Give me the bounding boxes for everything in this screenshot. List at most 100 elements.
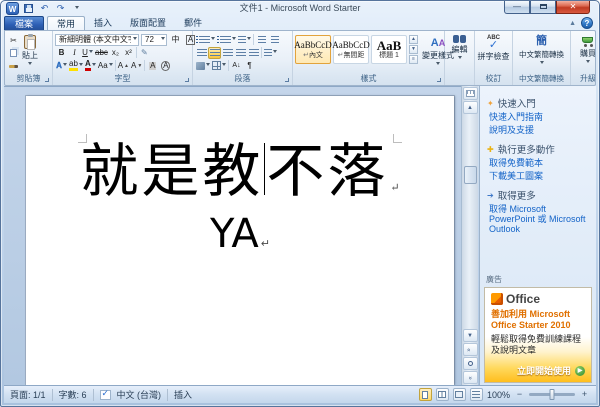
document-line-1[interactable]: 就是教不落↵ (26, 140, 454, 204)
next-page-button[interactable]: » (463, 371, 478, 384)
print-layout-view-button[interactable] (419, 388, 432, 401)
insert-mode-indicator[interactable]: 插入 (174, 388, 192, 401)
underline-button[interactable]: U (81, 47, 94, 59)
link-clip-art[interactable]: 下載美工圖案 (489, 171, 591, 182)
style-no-spacing[interactable]: AaBbCcD ↵無間距 (333, 35, 369, 64)
show-marks-button[interactable]: ¶ (243, 60, 256, 72)
align-right-button[interactable] (221, 47, 234, 59)
word-logo-icon[interactable]: W (6, 2, 19, 15)
close-button[interactable]: ✕ (556, 1, 590, 14)
multilevel-list-button[interactable] (237, 34, 252, 46)
styles-more-button[interactable]: ≡ (409, 55, 418, 64)
page-count-indicator[interactable]: 頁面: 1/1 (10, 388, 46, 401)
ad-cta-button[interactable]: 立即開始使用 ▶ (485, 356, 591, 382)
numbering-button[interactable] (216, 34, 237, 46)
scroll-down-button[interactable]: ▼ (463, 329, 478, 342)
zoom-out-button[interactable]: − (514, 389, 525, 400)
zoom-level-indicator[interactable]: 100% (487, 390, 510, 400)
styles-dialog-launcher[interactable] (435, 76, 442, 83)
increase-indent-button[interactable] (268, 34, 281, 46)
purchase-button[interactable]: 購買 (578, 33, 596, 65)
tab-page-layout[interactable]: 版面配置 (121, 17, 175, 30)
grow-font-button[interactable]: A▲ (117, 60, 130, 72)
browse-object-button[interactable] (463, 357, 478, 370)
document-page[interactable]: 就是教不落↵ YA↵ (26, 96, 454, 385)
scrollbar-thumb[interactable] (464, 166, 477, 184)
font-dialog-launcher[interactable] (183, 76, 190, 83)
ad-box[interactable]: Office 善加利用 Microsoft Office Starter 201… (484, 287, 592, 383)
text-effects-button[interactable]: A (55, 60, 68, 72)
strikethrough-button[interactable]: abc (94, 47, 109, 59)
undo-button[interactable]: ↶ (38, 3, 51, 15)
justify-button[interactable] (234, 47, 247, 59)
style-heading-1[interactable]: AaB 標題 1 (371, 35, 407, 64)
bold-button[interactable]: B (55, 47, 68, 59)
previous-page-button[interactable]: » (463, 343, 478, 356)
cut-button[interactable]: ✂ (7, 34, 20, 46)
style-normal[interactable]: AaBbCcD ↵內文 (295, 35, 331, 64)
change-case-button[interactable]: Aa (97, 60, 114, 72)
title-bar[interactable]: W ↶ ↷ 文件1 - Microsoft Word Starter — ✕ (1, 1, 599, 16)
scroll-up-button[interactable]: ▲ (463, 101, 478, 114)
editing-button[interactable]: 編輯 (450, 33, 470, 61)
tab-mailings[interactable]: 郵件 (175, 17, 211, 30)
tab-home[interactable]: 常用 (47, 16, 85, 30)
link-help-and-support[interactable]: 說明及支援 (489, 125, 591, 136)
link-free-templates[interactable]: 取得免費範本 (489, 158, 591, 169)
clear-formatting-button[interactable]: ✎ (138, 47, 151, 59)
proofing-status-icon[interactable] (100, 390, 111, 400)
align-left-button[interactable] (195, 47, 208, 59)
zoom-in-button[interactable]: + (579, 389, 590, 400)
font-color-button[interactable]: A (84, 60, 97, 72)
ribbon-collapse-icon[interactable]: ▲ (569, 20, 576, 27)
scrollbar-track[interactable] (463, 114, 478, 328)
document-line-2[interactable]: YA↵ (26, 212, 454, 256)
full-screen-reading-view-button[interactable] (436, 388, 449, 401)
maximize-button[interactable] (530, 1, 556, 14)
paragraph-dialog-launcher[interactable] (283, 76, 290, 83)
word-count-indicator[interactable]: 字數: 6 (59, 388, 87, 401)
spelling-button[interactable]: ABC✓ 拼字檢查 (476, 33, 512, 62)
styles-scroll-up-button[interactable]: ▲ (409, 35, 418, 44)
paste-button[interactable]: 貼上 (20, 33, 40, 67)
superscript-button[interactable]: x² (122, 47, 135, 59)
font-name-combo[interactable]: 新細明體 (本文中文字型) (55, 34, 139, 46)
align-center-button[interactable] (208, 47, 221, 59)
tab-file[interactable]: 檔案 (4, 16, 44, 30)
distribute-button[interactable] (247, 47, 260, 59)
phonetic-guide-button[interactable]: 中 (169, 34, 182, 46)
styles-scroll-down-button[interactable]: ▼ (409, 45, 418, 54)
decrease-indent-button[interactable] (255, 34, 268, 46)
sort-button[interactable]: A↓ (230, 60, 243, 72)
link-get-powerpoint-outlook[interactable]: 取得 Microsoft PowerPoint 或 Microsoft Outl… (489, 204, 591, 234)
minimize-button[interactable]: — (504, 1, 530, 14)
link-quick-start-guide[interactable]: 快速入門指南 (489, 112, 591, 123)
zoom-slider-thumb[interactable] (550, 389, 555, 400)
qat-customize-button[interactable] (70, 3, 83, 15)
web-layout-view-button[interactable] (453, 388, 466, 401)
redo-button[interactable]: ↷ (54, 3, 67, 15)
italic-button[interactable]: I (68, 47, 81, 59)
borders-button[interactable] (211, 60, 227, 72)
help-button[interactable]: ? (581, 17, 593, 29)
language-indicator[interactable]: 中文 (台灣) (117, 388, 162, 401)
save-button[interactable] (22, 3, 35, 15)
vertical-scrollbar[interactable]: ▲ ▼ » » (461, 86, 478, 385)
tab-insert[interactable]: 插入 (85, 17, 121, 30)
line-spacing-button[interactable] (263, 47, 278, 59)
chinese-conversion-button[interactable]: 簡 中文繁簡轉換 (517, 33, 566, 66)
highlight-button[interactable]: ab (68, 60, 84, 72)
shading-button[interactable] (195, 60, 211, 72)
character-shading-button[interactable]: A (146, 60, 159, 72)
enclose-characters-button[interactable]: A (159, 60, 172, 72)
copy-button[interactable] (7, 47, 20, 59)
format-painter-button[interactable] (7, 60, 20, 72)
shrink-font-button[interactable]: A▼ (130, 60, 143, 72)
font-size-combo[interactable]: 72 (141, 34, 167, 46)
ruler-toggle-button[interactable] (463, 87, 478, 100)
clipboard-dialog-launcher[interactable] (43, 76, 50, 83)
draft-view-button[interactable] (470, 388, 483, 401)
zoom-slider[interactable] (529, 393, 575, 396)
document-content[interactable]: 就是教不落↵ YA↵ (26, 140, 454, 256)
bullets-button[interactable] (195, 34, 216, 46)
